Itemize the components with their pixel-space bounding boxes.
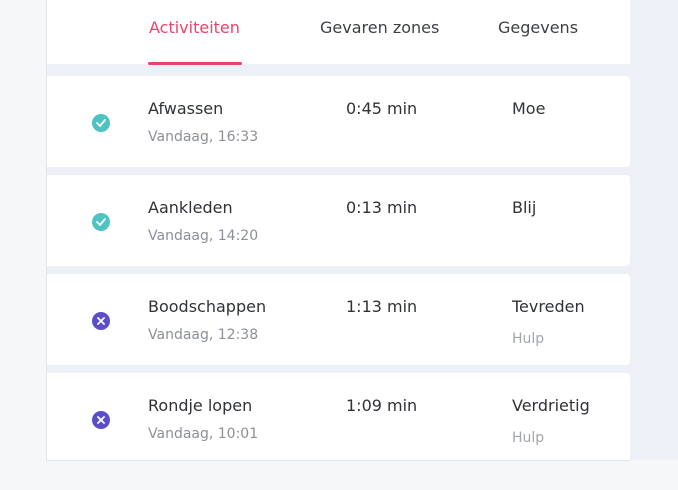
activity-title: Aankleden xyxy=(148,198,233,217)
activity-duration: 0:45 min xyxy=(346,99,418,118)
tab-gegevens[interactable]: Gegevens xyxy=(498,18,578,66)
activity-title: Rondje lopen xyxy=(148,396,253,415)
activity-duration: 1:13 min xyxy=(346,297,418,316)
x-circle-icon xyxy=(92,312,110,330)
activity-duration: 0:13 min xyxy=(346,198,418,217)
tab-activiteiten[interactable]: Activiteiten xyxy=(149,18,240,66)
help-label: Hulp xyxy=(512,430,545,446)
check-circle-icon xyxy=(92,213,110,231)
activity-card[interactable]: Boodschappen Vandaag, 12:38 1:13 min Tev… xyxy=(47,274,630,365)
activity-time: Vandaag, 10:01 xyxy=(148,426,259,442)
tab-gevaren-zones[interactable]: Gevaren zones xyxy=(320,18,439,66)
help-label: Hulp xyxy=(512,331,545,347)
activity-mood: Moe xyxy=(512,99,546,118)
side-panel xyxy=(630,0,678,460)
activity-card[interactable]: Rondje lopen Vandaag, 10:01 1:09 min Ver… xyxy=(47,373,630,460)
activity-time: Vandaag, 16:33 xyxy=(148,129,259,145)
check-circle-icon xyxy=(92,114,110,132)
activity-mood: Verdrietig xyxy=(512,396,590,415)
tab-bar: Activiteiten Gevaren zones Gegevens xyxy=(47,0,630,66)
activities-panel: Activiteiten Gevaren zones Gegevens Afwa… xyxy=(46,0,630,461)
activity-card[interactable]: Afwassen Vandaag, 16:33 0:45 min Moe xyxy=(47,76,630,167)
activity-title: Afwassen xyxy=(148,99,224,118)
active-tab-indicator xyxy=(148,62,242,65)
activity-time: Vandaag, 12:38 xyxy=(148,327,259,343)
activity-time: Vandaag, 14:20 xyxy=(148,228,259,244)
activity-duration: 1:09 min xyxy=(346,396,418,415)
activity-title: Boodschappen xyxy=(148,297,267,316)
activity-card[interactable]: Aankleden Vandaag, 14:20 0:13 min Blij xyxy=(47,175,630,266)
activity-mood: Blij xyxy=(512,198,537,217)
x-circle-icon xyxy=(92,411,110,429)
activity-mood: Tevreden xyxy=(512,297,585,316)
